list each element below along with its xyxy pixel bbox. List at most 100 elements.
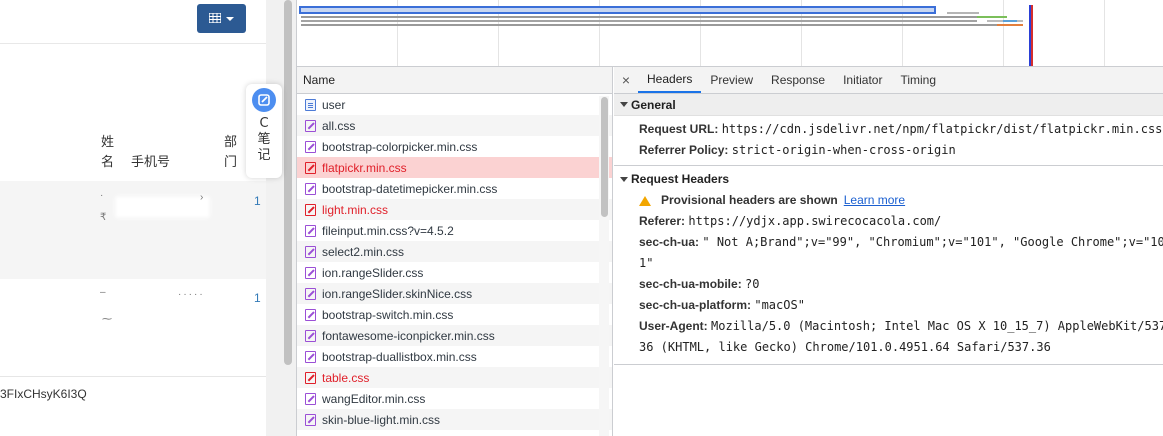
request-row[interactable]: skin-blue-light.min.css: [297, 409, 612, 430]
request-row[interactable]: ion.rangeSlider.css: [297, 262, 612, 283]
request-headers-section-toggle[interactable]: Request Headers: [614, 168, 1163, 190]
tab-response[interactable]: Response: [762, 67, 834, 93]
request-row[interactable]: light.min.css: [297, 199, 612, 220]
redacted-text: ·····: [178, 289, 205, 300]
document-icon: [305, 98, 316, 111]
request-list: Name user all.css bootstrap-colorpicker.mi…: [297, 67, 613, 436]
web-page: 姓名 手机号 部门 · ₹ › 1 – ····· ⁓ 1 3FIxCHsyK6…: [0, 0, 266, 436]
request-name: light.min.css: [322, 202, 389, 217]
request-row[interactable]: table.css: [297, 367, 612, 388]
header-key: Referer:: [639, 214, 686, 228]
header-row-sec-ch-ua-cont: 1": [614, 253, 1163, 274]
request-row[interactable]: wangEditor.min.css: [297, 388, 612, 409]
request-name: flatpickr.min.css: [322, 160, 407, 175]
provisional-headers-warning: Provisional headers are shown Learn more: [614, 190, 1163, 211]
request-row[interactable]: fileinput.min.css?v=4.5.2: [297, 220, 612, 241]
header-key: Request URL:: [639, 122, 719, 136]
request-row[interactable]: bootstrap-duallistbox.min.css: [297, 346, 612, 367]
request-list-header[interactable]: Name: [297, 67, 612, 94]
header-row-user-agent: User-Agent: Mozilla/5.0 (Macintosh; Inte…: [614, 316, 1163, 337]
header-value: ?0: [745, 277, 760, 291]
row-link[interactable]: 1: [254, 194, 261, 208]
request-row[interactable]: all.css: [297, 115, 612, 136]
timeline-selection[interactable]: [299, 6, 936, 14]
tab-timing[interactable]: Timing: [891, 67, 945, 93]
header-value: "macOS": [754, 298, 805, 312]
timeline-bar: [301, 16, 977, 18]
learn-more-link[interactable]: Learn more: [844, 190, 905, 211]
request-name: select2.min.css: [322, 244, 405, 259]
request-row[interactable]: fontawesome-iconpicker.min.css: [297, 325, 612, 346]
request-rows: user all.css bootstrap-colorpicker.min.css…: [297, 94, 612, 430]
redacted-text: ›: [200, 192, 204, 203]
chevron-down-icon: [226, 16, 234, 21]
devtools-network-panel: Name user all.css bootstrap-colorpicker.mi…: [296, 0, 1163, 436]
header-key: sec-ch-ua-platform:: [639, 298, 752, 312]
general-section-title: General: [631, 97, 676, 112]
header-key: sec-ch-ua-mobile:: [639, 277, 742, 291]
request-row[interactable]: bootstrap-colorpicker.min.css: [297, 136, 612, 157]
tab-initiator[interactable]: Initiator: [834, 67, 891, 93]
row-link[interactable]: 1: [254, 291, 261, 305]
redacted-text: ⁓: [102, 314, 112, 325]
tab-headers[interactable]: Headers: [638, 67, 702, 93]
divider: [0, 43, 266, 44]
column-header-dept[interactable]: 部门: [224, 133, 238, 173]
details-tabbar: × Headers Preview Response Initiator Tim…: [614, 67, 1163, 94]
request-row[interactable]: select2.min.css: [297, 241, 612, 262]
request-row[interactable]: user: [297, 94, 612, 115]
request-name: all.css: [322, 118, 356, 133]
tab-preview[interactable]: Preview: [701, 67, 762, 93]
column-header-phone[interactable]: 手机号: [131, 153, 170, 173]
redacted-text: ·: [100, 190, 104, 201]
request-row[interactable]: ion.rangeSlider.skinNice.css: [297, 283, 612, 304]
request-name: bootstrap-duallistbox.min.css: [322, 349, 477, 364]
note-widget[interactable]: C笔记: [246, 84, 282, 178]
header-row-sec-ch-ua-platform: sec-ch-ua-platform: "macOS": [614, 295, 1163, 316]
stylesheet-icon: [305, 245, 316, 258]
redacted-text: ₹: [100, 212, 107, 223]
request-row[interactable]: bootstrap-switch.min.css: [297, 304, 612, 325]
stylesheet-icon: [305, 329, 316, 342]
warning-icon: [639, 195, 651, 206]
request-row[interactable]: bootstrap-datetimepicker.min.css: [297, 178, 612, 199]
timeline-bar: [1003, 20, 1017, 22]
request-name: bootstrap-colorpicker.min.css: [322, 139, 478, 154]
request-name: fontawesome-iconpicker.min.css: [322, 328, 495, 343]
header-row-request-url: Request URL: https://cdn.jsdelivr.net/np…: [614, 119, 1163, 140]
grid-icon: [208, 11, 222, 26]
column-header-name[interactable]: 姓名: [101, 133, 115, 173]
triangle-down-icon: [620, 176, 628, 182]
stylesheet-icon: [305, 266, 316, 279]
stylesheet-icon: [305, 413, 316, 426]
timeline-bar: [301, 24, 1021, 26]
stylesheet-icon: [305, 140, 316, 153]
stylesheet-icon: [305, 287, 316, 300]
section-divider: [614, 165, 1163, 166]
request-row[interactable]: flatpickr.min.css: [297, 157, 612, 178]
network-overview-timeline[interactable]: [297, 0, 1163, 67]
header-row-user-agent-cont: 36 (KHTML, like Gecko) Chrome/101.0.4951…: [614, 337, 1163, 358]
header-key: User-Agent:: [639, 319, 708, 333]
redacted-text: –: [100, 287, 106, 298]
header-value: Mozilla/5.0 (Macintosh; Intel Mac OS X 1…: [711, 319, 1163, 333]
header-row-referrer-policy: Referrer Policy: strict-origin-when-cros…: [614, 140, 1163, 161]
header-value-continuation: 36 (KHTML, like Gecko) Chrome/101.0.4951…: [639, 340, 1051, 354]
request-name: ion.rangeSlider.skinNice.css: [322, 286, 473, 301]
request-name: bootstrap-switch.min.css: [322, 307, 454, 322]
stylesheet-icon: [305, 119, 316, 132]
column-toggle-button[interactable]: [197, 4, 246, 33]
page-scrollbar-thumb[interactable]: [284, 0, 292, 365]
header-value-continuation: 1": [639, 256, 654, 270]
timeline-bar: [947, 12, 979, 14]
request-name: user: [322, 97, 346, 112]
general-section-toggle[interactable]: General: [614, 94, 1163, 116]
request-name: bootstrap-datetimepicker.min.css: [322, 181, 498, 196]
request-list-scrollbar-thumb[interactable]: [601, 97, 608, 217]
timeline-bar: [977, 16, 1007, 18]
warning-text: Provisional headers are shown: [661, 193, 838, 207]
header-key: sec-ch-ua:: [639, 235, 700, 249]
header-row-referer: Referer: https://ydjx.app.swirecocacola.…: [614, 211, 1163, 232]
note-pen-icon: [252, 88, 276, 112]
close-icon[interactable]: ×: [614, 67, 638, 93]
